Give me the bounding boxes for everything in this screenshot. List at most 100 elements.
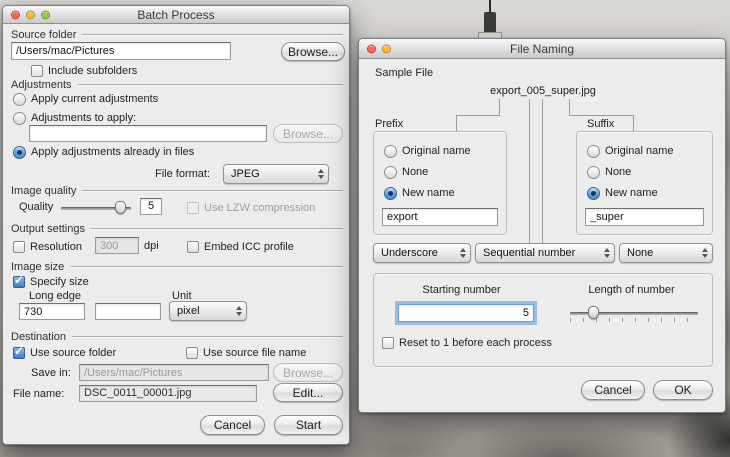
sample-file-name: export_005_super.jpg [490,85,596,97]
section-adjustments: Adjustments [11,79,343,91]
adjustments-to-apply-label: Adjustments to apply: [31,112,137,124]
close-button[interactable] [367,44,376,53]
quality-value-field[interactable]: 5 [140,198,162,215]
suffix-none-label: None [605,166,632,178]
radio-icon [384,165,397,179]
radio-adjustments-to-apply[interactable]: Adjustments to apply: [13,111,136,125]
checkbox-icon [187,241,199,253]
radio-prefix-none[interactable]: None [384,165,428,179]
prefix-new-label: New name [402,187,455,199]
radio-prefix-original-name[interactable]: Original name [384,144,470,158]
checkbox-icon [382,337,394,349]
radio-apply-adjustments-in-files[interactable]: Apply adjustments already in files [13,145,194,159]
adjustments-file-input[interactable] [29,125,267,142]
connector-line [456,116,457,131]
include-subfolders-checkbox[interactable]: Include subfolders [31,64,137,78]
adjustments-browse-button: Browse... [273,124,343,143]
zoom-button[interactable] [41,10,50,19]
short-edge-input[interactable] [95,303,161,320]
popup-arrows-icon [460,248,466,258]
suffix-name-input[interactable] [585,208,704,226]
minimize-button[interactable] [382,44,391,53]
use-lzw-label: Use LZW compression [204,202,316,214]
source-browse-button[interactable]: Browse... [281,42,345,61]
ok-button[interactable]: OK [653,380,713,400]
sequence-type-select[interactable]: Sequential number [475,243,615,263]
suffix-separator-select[interactable]: None [619,243,713,263]
suffix-original-label: Original name [605,145,674,157]
use-source-folder-label: Use source folder [30,347,117,359]
prefix-groupbox: Original name None New name [373,131,507,235]
use-source-folder-checkbox[interactable]: ✓ Use source folder [13,344,117,360]
prefix-name-input[interactable] [382,208,498,226]
dpi-label: dpi [144,240,159,252]
unit-select[interactable]: pixel [169,301,247,321]
reset-before-process-label: Reset to 1 before each process [399,337,552,349]
section-destination: Destination [11,331,343,343]
starting-number-label: Starting number [422,284,501,296]
radio-suffix-new-name[interactable]: New name [587,186,658,200]
embed-icc-checkbox[interactable]: Embed ICC profile [187,240,294,254]
radio-suffix-original-name[interactable]: Original name [587,144,673,158]
prefix-separator-value: Underscore [381,247,438,259]
use-source-file-name-label: Use source file name [203,347,307,359]
section-source-folder-label: Source folder [11,29,77,41]
edit-file-name-button[interactable]: Edit... [273,383,343,402]
batch-window-title: Batch Process [137,7,215,22]
length-of-number-label: Length of number [588,284,675,296]
prefix-box-label: Prefix [375,118,404,130]
checkbox-icon [31,65,43,77]
include-subfolders-label: Include subfolders [48,65,138,77]
close-button[interactable] [11,10,20,19]
long-edge-input[interactable] [19,303,85,320]
checkbox-checked-icon: ✓ [13,344,25,359]
popup-arrows-icon [318,169,324,179]
number-length-slider-thumb[interactable] [588,306,599,319]
save-in-label: Save in: [31,367,71,379]
radio-apply-current-adjustments[interactable]: Apply current adjustments [13,92,158,106]
section-output-settings-label: Output settings [11,223,85,235]
resolution-label: Resolution [30,241,82,253]
apply-in-files-label: Apply adjustments already in files [31,146,195,158]
prefix-separator-select[interactable]: Underscore [373,243,471,263]
radio-icon [384,144,397,158]
minimize-button[interactable] [26,10,35,19]
file-naming-window: File Naming Sample File export_005_super… [358,38,726,413]
starting-number-input[interactable] [398,304,534,322]
start-button[interactable]: Start [274,415,343,435]
radio-icon [587,144,600,158]
radio-suffix-none[interactable]: None [587,165,631,179]
naming-window-controls [367,44,391,53]
section-image-quality-label: Image quality [11,185,77,197]
section-image-size: Image size [11,261,343,273]
use-lzw-checkbox: Use LZW compression [187,201,315,215]
popup-arrows-icon [702,248,708,258]
checkmark-icon: ✓ [14,273,25,287]
file-format-select[interactable]: JPEG [223,164,329,184]
screenshot-root: Batch Process Source folder Browse... In… [0,0,730,457]
connector-line [569,115,634,116]
source-folder-input[interactable] [11,42,231,60]
radio-selected-icon [384,186,397,200]
naming-titlebar[interactable]: File Naming [359,39,725,59]
radio-icon [13,111,26,125]
radio-prefix-new-name[interactable]: New name [384,186,455,200]
checkmark-icon: ✓ [14,344,25,358]
suffix-new-label: New name [605,187,658,199]
sample-file-label: Sample File [375,67,434,79]
save-in-field [79,364,269,381]
naming-cancel-button[interactable]: Cancel [581,380,645,400]
batch-cancel-button[interactable]: Cancel [200,415,265,435]
reset-before-process-checkbox[interactable]: Reset to 1 before each process [382,336,552,350]
prefix-original-label: Original name [402,145,471,157]
batch-titlebar[interactable]: Batch Process [3,6,349,24]
specify-size-checkbox[interactable]: ✓ Specify size [13,273,89,289]
resolution-checkbox[interactable]: Resolution [13,240,82,254]
section-destination-label: Destination [11,331,67,343]
suffix-box-label: Suffix [587,118,615,130]
sequence-type-value: Sequential number [483,247,576,259]
popup-arrows-icon [604,248,610,258]
use-source-file-name-checkbox[interactable]: Use source file name [186,346,306,360]
connector-line [542,99,543,243]
quality-slider-thumb[interactable] [115,201,126,214]
